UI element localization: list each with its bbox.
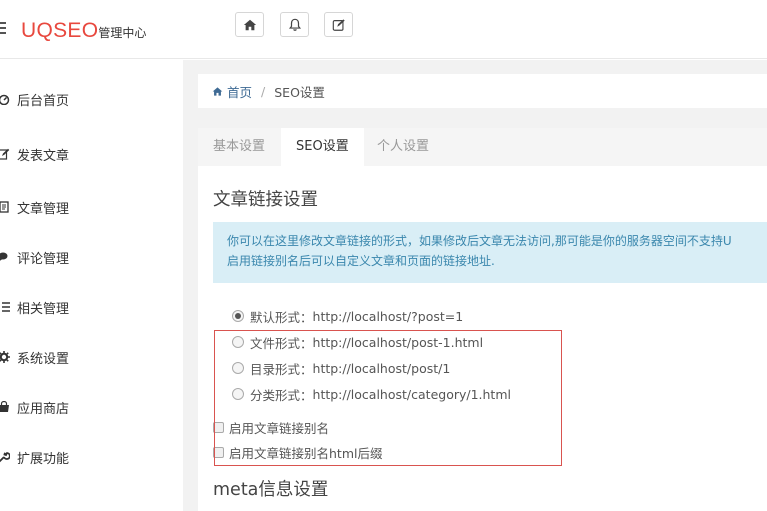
sidebar-item-label: 相关管理 [17, 301, 70, 317]
checkbox-enable-alias-html[interactable]: 启用文章链接别名html后缀 [213, 442, 382, 462]
option-name: 文件形式： [250, 335, 313, 351]
sidebar-item-label: 应用商店 [17, 401, 70, 417]
tab-personal-settings[interactable]: 个人设置 [362, 128, 444, 166]
seo-settings-panel: 文章链接设置 你可以在这里修改文章链接的形式，如果修改后文章无法访问,那可能是你… [198, 166, 767, 511]
home-button[interactable] [235, 12, 264, 37]
comments-icon [0, 251, 10, 263]
sidebar-item-label: 发表文章 [17, 148, 70, 164]
logo-sub-text: 管理中心 [98, 26, 147, 40]
sidebar-item-related[interactable]: 相关管理 [0, 292, 183, 322]
sidebar-item-new-post[interactable]: 发表文章 [0, 139, 183, 169]
home-icon [212, 86, 223, 96]
sidebar-item-settings[interactable]: 系统设置 [0, 342, 183, 372]
breadcrumb-current: SEO设置 [274, 84, 325, 100]
permalink-option-directory[interactable]: 目录形式： http://localhost/post/1 [232, 358, 450, 378]
checkbox[interactable] [213, 446, 224, 458]
sidebar-item-comments[interactable]: 评论管理 [0, 242, 183, 272]
option-name: 目录形式： [250, 361, 313, 377]
permalink-option-file[interactable]: 文件形式： http://localhost/post-1.html [232, 332, 483, 352]
gear-icon [0, 351, 10, 363]
logo[interactable]: UQSEO管理中心 [21, 16, 146, 48]
sidebar-item-app-store[interactable]: 应用商店 [0, 392, 183, 422]
breadcrumb-separator: / [261, 83, 266, 99]
breadcrumb-home-link[interactable]: 首页 [212, 82, 252, 101]
sidebar-item-label: 文章管理 [17, 201, 70, 217]
breadcrumb-home-label: 首页 [227, 84, 253, 100]
option-url: http://localhost/?post=1 [312, 308, 464, 324]
main-content: 首页 / SEO设置 基本设置 SEO设置 个人设置 文章链接设置 你可以在这里… [183, 60, 767, 511]
checkbox-label: 启用文章链接别名html后缀 [229, 445, 383, 461]
radio-button[interactable] [232, 362, 244, 374]
option-name: 默认形式： [250, 309, 313, 325]
list-icon [0, 301, 10, 313]
option-url: http://localhost/post-1.html [312, 334, 484, 350]
sidebar-item-articles[interactable]: 文章管理 [0, 192, 183, 222]
checkbox-label: 启用文章链接别名 [229, 420, 330, 436]
alert-line-2: 启用链接别名后可以自定义文章和页面的链接地址. [227, 254, 495, 268]
section-title-permalink: 文章链接设置 [213, 190, 318, 210]
sidebar: 后台首页 发表文章 文章管理 评论管理 相关管理 系统设置 应用商店 扩展功能 [0, 60, 183, 511]
radio-button[interactable] [232, 310, 244, 322]
settings-tabs: 基本设置 SEO设置 个人设置 [198, 128, 767, 166]
permalink-option-default[interactable]: 默认形式： http://localhost/?post=1 [232, 306, 463, 326]
wrench-icon [0, 451, 10, 463]
edit-button[interactable] [324, 12, 353, 37]
tab-seo-settings[interactable]: SEO设置 [281, 128, 364, 166]
shop-icon [0, 401, 10, 413]
edit-icon [332, 18, 345, 31]
top-header: UQSEO管理中心 [0, 0, 767, 59]
breadcrumb: 首页 / SEO设置 [198, 74, 767, 108]
sidebar-item-extensions[interactable]: 扩展功能 [0, 442, 183, 472]
permalink-option-category[interactable]: 分类形式： http://localhost/category/1.html [232, 384, 511, 404]
tab-basic-settings[interactable]: 基本设置 [198, 128, 280, 166]
logo-main-text: UQSEO [21, 19, 99, 42]
radio-button[interactable] [232, 336, 244, 348]
notifications-button[interactable] [280, 12, 309, 37]
option-url: http://localhost/category/1.html [312, 386, 511, 402]
option-name: 分类形式： [250, 387, 313, 403]
menu-toggle-icon[interactable] [0, 22, 6, 35]
option-url: http://localhost/post/1 [312, 360, 451, 376]
info-alert: 你可以在这里修改文章链接的形式，如果修改后文章无法访问,那可能是你的服务器空间不… [213, 222, 767, 283]
radio-button[interactable] [232, 388, 244, 400]
pencil-icon [0, 148, 10, 160]
bell-icon [288, 18, 301, 31]
document-icon [0, 201, 10, 213]
alert-line-1: 你可以在这里修改文章链接的形式，如果修改后文章无法访问,那可能是你的服务器空间不… [227, 234, 732, 248]
checkbox[interactable] [213, 421, 224, 433]
home-icon [243, 19, 256, 30]
sidebar-item-label: 后台首页 [17, 93, 70, 109]
sidebar-item-label: 扩展功能 [17, 451, 70, 467]
section-title-meta: meta信息设置 [213, 480, 329, 500]
sidebar-item-dashboard[interactable]: 后台首页 [0, 84, 183, 114]
dashboard-icon [0, 93, 10, 105]
checkbox-enable-alias[interactable]: 启用文章链接别名 [213, 417, 329, 437]
sidebar-item-label: 系统设置 [17, 351, 70, 367]
sidebar-item-label: 评论管理 [17, 251, 70, 267]
